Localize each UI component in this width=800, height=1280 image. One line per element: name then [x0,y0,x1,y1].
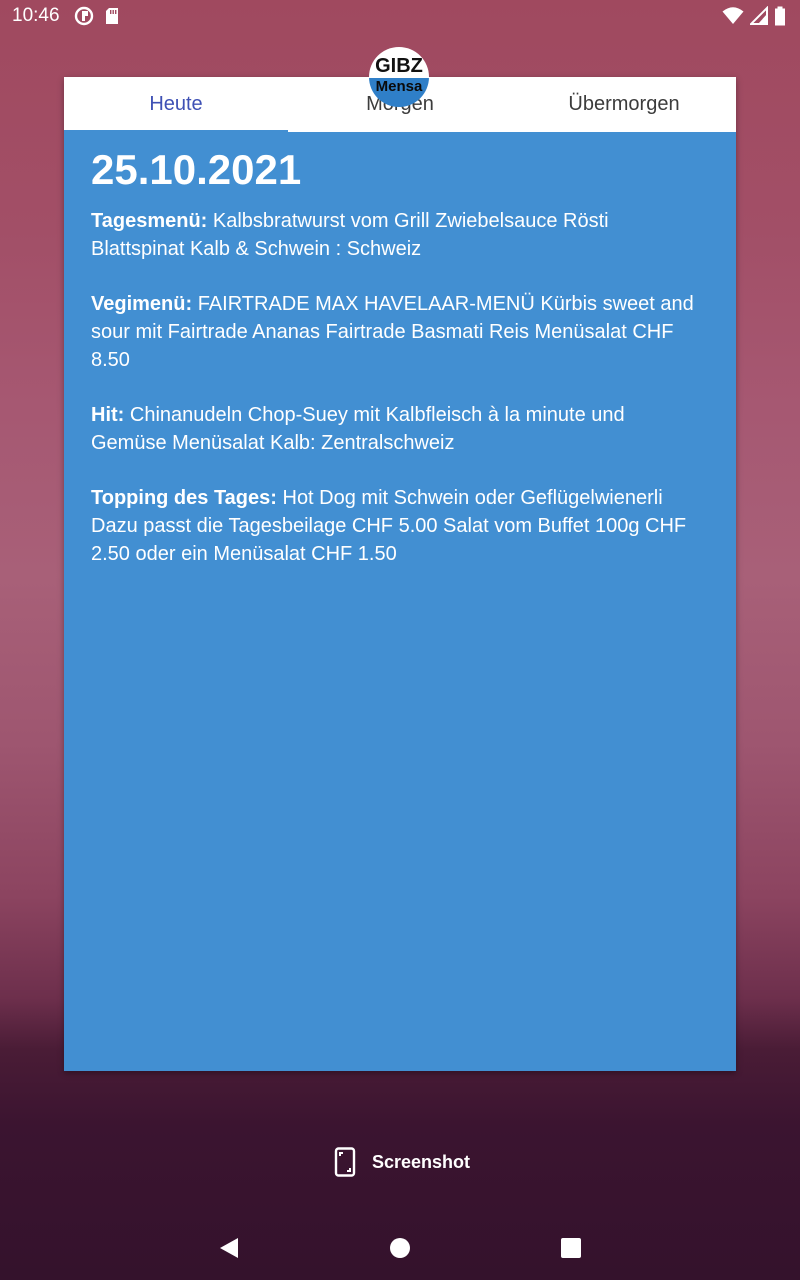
battery-icon [774,6,786,32]
gibz-mensa-logo: GIBZ Mensa [369,47,429,107]
logo-top-text: GIBZ [375,55,423,77]
wifi-icon [722,6,744,32]
menu-date: 25.10.2021 [91,146,302,193]
menu-content: 25.10.2021 Tagesmenü: Kalbsbratwurst vom… [91,145,701,595]
menu-item-label: Hit: [91,404,125,426]
screenshot-label: Screenshot [372,1151,471,1172]
menu-item-topping: Topping des Tages: Hot Dog mit Schwein o… [91,484,701,568]
menu-item-hit: Hit: Chinanudeln Chop-Suey mit Kalbfleis… [91,401,701,457]
navigation-bar [0,1216,800,1280]
screenshot-button[interactable]: Screenshot [334,1145,470,1179]
menu-item-tagesmenu: Tagesmenü: Kalbsbratwurst vom Grill Zwie… [91,207,701,263]
cellular-signal-icon [748,5,768,32]
menu-card: Heute Morgen Übermorgen 25.10.2021 Tages… [64,77,736,1071]
app-notification-icon [74,6,94,32]
status-bar: 10:46 [0,0,800,32]
sd-card-icon [104,6,120,32]
menu-item-label: Tagesmenü: [91,210,208,232]
phone-screenshot-icon [334,1147,356,1177]
recents-icon[interactable] [559,1236,583,1260]
status-time: 10:46 [12,5,60,26]
home-icon[interactable] [388,1236,412,1260]
back-icon[interactable] [218,1236,242,1260]
menu-item-vegimenu: Vegimenü: FAIRTRADE MAX HAVELAAR-MENÜ Kü… [91,290,701,374]
menu-item-label: Topping des Tages: [91,487,277,509]
menu-item-text: Chinanudeln Chop-Suey mit Kalbfleisch à … [91,404,625,454]
menu-item-label: Vegimenü: [91,293,193,315]
tab-uebermorgen[interactable]: Übermorgen [512,77,736,132]
logo-bottom-text: Mensa [375,78,423,95]
tab-heute[interactable]: Heute [64,77,288,132]
